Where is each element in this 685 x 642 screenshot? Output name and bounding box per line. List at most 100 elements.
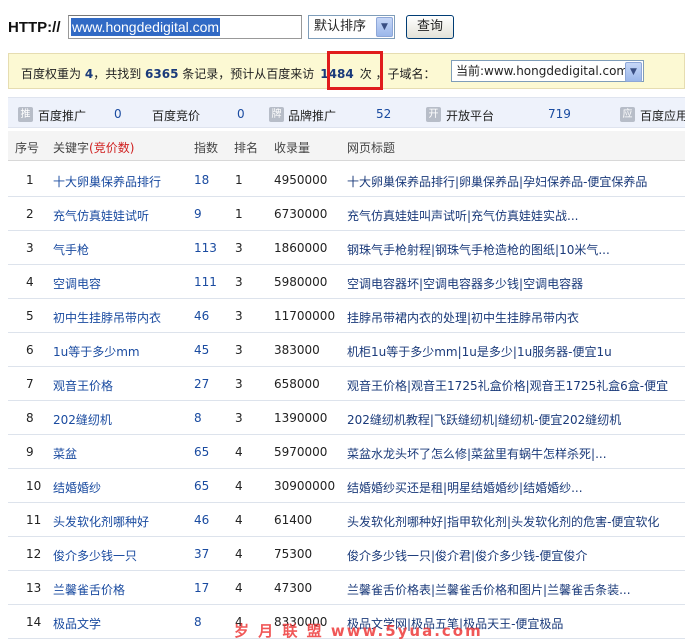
row-rank: 3 (235, 411, 243, 425)
url-input-value: www.hongdedigital.com (71, 18, 221, 36)
chevron-down-icon[interactable]: ▼ (625, 62, 642, 82)
row-page-title-link[interactable]: 挂脖吊带裙内衣的处理|初中生挂脖吊带内衣 (347, 309, 685, 326)
subdomain-select[interactable]: 当前:www.hongdedigital.com ▼ (451, 60, 644, 82)
row-keyword-link[interactable]: 俊介多少钱一只 (53, 547, 137, 564)
chevron-down-icon[interactable]: ▼ (376, 17, 393, 37)
row-rank: 3 (235, 309, 243, 323)
query-bar: HTTP:// www.hongdedigital.com 默认排序 ▼ 查询 (8, 14, 678, 40)
row-search-index-link[interactable]: 18 (194, 173, 209, 187)
open-platform-icon: 开 (426, 107, 441, 122)
row-rank: 4 (235, 479, 243, 493)
row-keyword-link[interactable]: 头发软化剂哪种好 (53, 513, 149, 530)
stat-value-brand-promotion[interactable]: 52 (376, 107, 391, 121)
table-row: 9 菜盆 65 4 5970000 菜盆水龙头坏了怎么修|菜盆里有蜗牛怎样杀死|… (8, 435, 685, 469)
table-row: 10 结婚婚纱 65 4 30900000 结婚婚纱买还是租|明星结婚婚纱|结婚… (8, 469, 685, 503)
row-rank: 1 (235, 173, 243, 187)
row-page-title-link[interactable]: 菜盆水龙头坏了怎么修|菜盆里有蜗牛怎样杀死|... (347, 445, 685, 462)
row-page-title-link[interactable]: 202缝纫机教程|飞跃缝纫机|缝纫机-便宜202缝纫机 (347, 411, 685, 428)
row-rank: 4 (235, 581, 243, 595)
row-indexed-count: 4950000 (274, 173, 328, 187)
row-page-title-link[interactable]: 头发软化剂哪种好|指甲软化剂|头发软化剂的危害-便宜软化 (347, 513, 685, 530)
table-row: 3 气手枪 113 3 1860000 钢珠气手枪射程|钢珠气手枪造枪的图纸|1… (8, 231, 685, 265)
row-indexed-count: 47300 (274, 581, 313, 595)
row-indexed-count: 61400 (274, 513, 313, 527)
table-row: 13 兰馨雀舌价格 17 4 47300 兰馨雀舌价格表|兰馨雀舌价格和图片|兰… (8, 571, 685, 605)
highlight-box (327, 51, 383, 90)
row-page-title-link[interactable]: 俊介多少钱一只|俊介君|俊介多少钱-便宜俊介 (347, 547, 685, 564)
result-summary-bar: 百度权重为 4，共找到 6365 条记录，预计从百度来访 1484 次 ，子域名： … (8, 51, 685, 90)
col-header-index: 序号 (15, 141, 40, 155)
stat-label-baidu-app: 百度应用 (640, 109, 685, 123)
row-search-index-link[interactable]: 65 (194, 479, 209, 493)
row-search-index-link[interactable]: 8 (194, 615, 202, 629)
row-index: 1 (26, 173, 34, 187)
row-search-index-link[interactable]: 45 (194, 343, 209, 357)
row-search-index-link[interactable]: 9 (194, 207, 202, 221)
stat-value-baidu-promotion[interactable]: 0 (114, 107, 122, 121)
row-index: 6 (26, 343, 34, 357)
subdomain-select-value: 当前:www.hongdedigital.com (456, 64, 629, 78)
row-indexed-count: 1390000 (274, 411, 328, 425)
app-icon: 应 (620, 107, 635, 122)
row-rank: 3 (235, 241, 243, 255)
row-keyword-link[interactable]: 结婚婚纱 (53, 479, 101, 496)
row-keyword-link[interactable]: 气手枪 (53, 241, 89, 258)
row-page-title-link[interactable]: 观音王价格|观音王1725礼盒价格|观音王1725礼盒6盒-便宜 (347, 377, 685, 394)
row-search-index-link[interactable]: 17 (194, 581, 209, 595)
row-keyword-link[interactable]: 兰馨雀舌价格 (53, 581, 125, 598)
table-row: 6 1u等于多少mm 45 3 383000 机柜1u等于多少mm|1u是多少|… (8, 333, 685, 367)
row-search-index-link[interactable]: 8 (194, 411, 202, 425)
row-index: 9 (26, 445, 34, 459)
stat-value-open-platform[interactable]: 719 (548, 107, 571, 121)
row-keyword-link[interactable]: 观音王价格 (53, 377, 113, 394)
row-keyword-link[interactable]: 空调电容 (53, 275, 101, 292)
col-header-rank: 排名 (234, 141, 259, 155)
col-header-page-title: 网页标题 (347, 141, 396, 155)
sort-select[interactable]: 默认排序 ▼ (308, 15, 395, 39)
row-indexed-count: 30900000 (274, 479, 336, 493)
row-search-index-link[interactable]: 27 (194, 377, 209, 391)
row-keyword-link[interactable]: 十大卵巢保养品排行 (53, 173, 161, 190)
row-keyword-link[interactable]: 初中生挂脖吊带内衣 (53, 309, 161, 326)
stat-value-baidu-bidding[interactable]: 0 (237, 107, 245, 121)
row-keyword-link[interactable]: 充气仿真娃娃试听 (53, 207, 149, 224)
row-page-title-link[interactable]: 空调电容器坏|空调电容器多少钱|空调电容器 (347, 275, 685, 292)
row-page-title-link[interactable]: 十大卵巢保养品排行|卵巢保养品|孕妇保养品-便宜保养品 (347, 173, 685, 190)
row-indexed-count: 658000 (274, 377, 320, 391)
row-keyword-link[interactable]: 1u等于多少mm (53, 343, 140, 360)
table-row: 2 充气仿真娃娃试听 9 1 6730000 充气仿真娃娃叫声试听|充气仿真娃娃… (8, 197, 685, 231)
row-search-index-link[interactable]: 37 (194, 547, 209, 561)
col-header-keyword-note: (竞价数) (89, 141, 135, 155)
promotion-stats-bar: 推 百度推广 0 百度竞价 0 牌 品牌推广 52 开 开放平台 719 应 百… (8, 97, 685, 128)
row-index: 10 (26, 479, 42, 493)
promotion-icon: 推 (18, 107, 33, 122)
row-search-index-link[interactable]: 46 (194, 309, 209, 323)
row-index: 7 (26, 377, 34, 391)
row-search-index-link[interactable]: 113 (194, 241, 217, 255)
row-search-index-link[interactable]: 111 (194, 275, 217, 289)
table-row: 1 十大卵巢保养品排行 18 1 4950000 十大卵巢保养品排行|卵巢保养品… (8, 163, 685, 197)
row-index: 12 (26, 547, 42, 561)
brand-icon: 牌 (269, 107, 284, 122)
row-indexed-count: 5970000 (274, 445, 328, 459)
row-indexed-count: 6730000 (274, 207, 328, 221)
row-search-index-link[interactable]: 65 (194, 445, 209, 459)
row-keyword-link[interactable]: 极品文学 (53, 615, 101, 632)
row-indexed-count: 75300 (274, 547, 313, 561)
row-rank: 3 (235, 377, 243, 391)
col-header-search-index: 指数 (194, 141, 219, 155)
sort-select-value: 默认排序 (314, 19, 367, 34)
row-indexed-count: 11700000 (274, 309, 336, 323)
row-search-index-link[interactable]: 46 (194, 513, 209, 527)
row-page-title-link[interactable]: 兰馨雀舌价格表|兰馨雀舌价格和图片|兰馨雀舌条装... (347, 581, 685, 598)
row-keyword-link[interactable]: 202缝纫机 (53, 411, 112, 428)
row-indexed-count: 5980000 (274, 275, 328, 289)
row-page-title-link[interactable]: 钢珠气手枪射程|钢珠气手枪造枪的图纸|10米气... (347, 241, 685, 258)
row-keyword-link[interactable]: 菜盆 (53, 445, 77, 462)
row-page-title-link[interactable]: 充气仿真娃娃叫声试听|充气仿真娃娃实战... (347, 207, 685, 224)
row-page-title-link[interactable]: 机柜1u等于多少mm|1u是多少|1u服务器-便宜1u (347, 343, 685, 360)
query-button[interactable]: 查询 (406, 15, 454, 39)
stat-label-brand-promotion: 品牌推广 (288, 109, 337, 123)
row-page-title-link[interactable]: 结婚婚纱买还是租|明星结婚婚纱|结婚婚纱... (347, 479, 685, 496)
url-input[interactable]: www.hongdedigital.com (68, 15, 302, 39)
